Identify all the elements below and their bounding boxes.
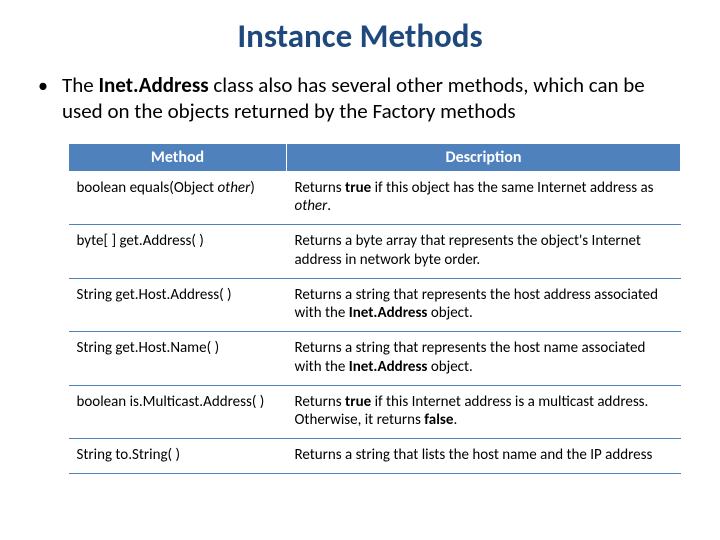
d6: false xyxy=(424,411,453,429)
d3: object. xyxy=(427,358,472,376)
description-cell: Returns a string that represents the hos… xyxy=(287,278,681,332)
method-cell: String get.Host.Address( ) xyxy=(69,278,287,332)
method-cell: boolean is.Multicast.Address( ) xyxy=(69,385,287,439)
bullet-bold: Inet.Address xyxy=(98,72,208,98)
d1: Returns a byte array that represents the… xyxy=(295,232,641,269)
d3: object. xyxy=(427,304,472,322)
d2: Inet.Address xyxy=(349,358,428,376)
d2: true xyxy=(345,179,371,197)
description-cell: Returns a string that represents the hos… xyxy=(287,332,681,386)
slide-title: Instance Methods xyxy=(28,16,692,56)
d1: Returns a string that lists the host nam… xyxy=(295,446,653,464)
description-cell: Returns a string that lists the host nam… xyxy=(287,439,681,474)
d7: . xyxy=(453,411,457,429)
description-cell: Returns true if this object has the same… xyxy=(287,171,681,225)
method-cell: String to.String( ) xyxy=(69,439,287,474)
slide: Instance Methods • The Inet.Address clas… xyxy=(0,0,720,540)
d2: Inet.Address xyxy=(349,304,428,322)
method-cell: String get.Host.Name( ) xyxy=(69,332,287,386)
m-pre: String get.Host.Address( ) xyxy=(77,286,232,304)
m-ital: other xyxy=(217,179,250,197)
table-row: String to.String( ) Returns a string tha… xyxy=(69,439,681,474)
table-header-row: Method Description xyxy=(69,143,681,171)
d2: true xyxy=(345,393,371,411)
col-header-description: Description xyxy=(287,143,681,171)
m-post: ) xyxy=(250,179,255,197)
d1: Returns xyxy=(295,393,346,411)
table-row: String get.Host.Address( ) Returns a str… xyxy=(69,278,681,332)
d4: other xyxy=(295,197,328,215)
description-cell: Returns true if this Internet address is… xyxy=(287,385,681,439)
bullet-pre: The xyxy=(62,72,98,98)
d5: . xyxy=(327,197,331,215)
col-header-method: Method xyxy=(69,143,287,171)
methods-table: Method Description boolean equals(Object… xyxy=(68,143,681,474)
d1: Returns xyxy=(295,179,346,197)
m-pre: boolean is.Multicast.Address( ) xyxy=(77,393,265,411)
m-pre: boolean equals(Object xyxy=(77,179,218,197)
table-row: boolean equals(Object other) Returns tru… xyxy=(69,171,681,225)
bullet-item: • The Inet.Address class also has severa… xyxy=(38,72,680,125)
table-row: byte[ ] get.Address( ) Returns a byte ar… xyxy=(69,225,681,279)
description-cell: Returns a byte array that represents the… xyxy=(287,225,681,279)
m-pre: String to.String( ) xyxy=(77,446,181,464)
bullet-dot-icon: • xyxy=(38,74,48,99)
d3: if this object has the same Internet add… xyxy=(371,179,653,197)
bullet-text: The Inet.Address class also has several … xyxy=(62,72,680,125)
m-pre: String get.Host.Name( ) xyxy=(77,339,220,357)
method-cell: boolean equals(Object other) xyxy=(69,171,287,225)
table-row: boolean is.Multicast.Address( ) Returns … xyxy=(69,385,681,439)
m-pre: byte[ ] get.Address( ) xyxy=(77,232,204,250)
method-cell: byte[ ] get.Address( ) xyxy=(69,225,287,279)
table-row: String get.Host.Name( ) Returns a string… xyxy=(69,332,681,386)
